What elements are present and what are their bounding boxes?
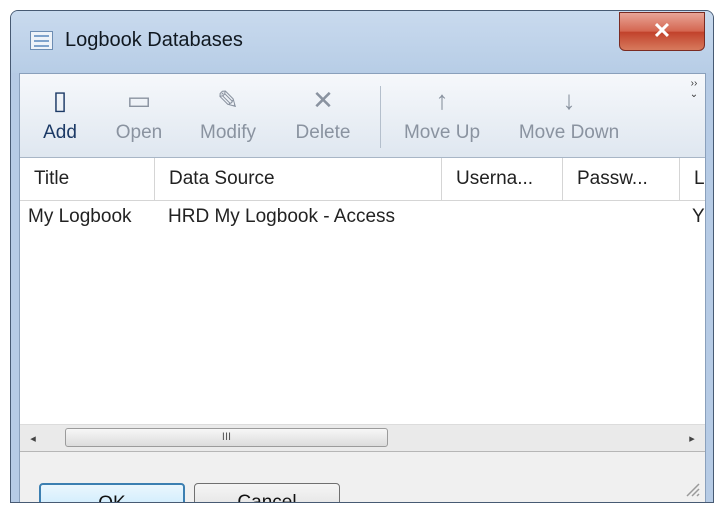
move-up-label: Move Up (403, 122, 481, 143)
scroll-thumb[interactable]: III (65, 428, 388, 447)
modify-label: Modify (200, 122, 256, 143)
delete-button[interactable]: ✕ Delete (286, 84, 360, 152)
open-label: Open (115, 122, 163, 143)
move-up-button[interactable]: ↑ Move Up (392, 84, 492, 152)
toolbar-separator (380, 86, 381, 148)
column-header-password[interactable]: Passw... (563, 158, 680, 200)
scroll-left-icon[interactable]: ◂ (25, 432, 41, 445)
horizontal-scrollbar[interactable]: ◂ III ▸ (20, 424, 705, 451)
ok-button[interactable]: OK (39, 483, 185, 502)
open-button[interactable]: ▭ Open (109, 84, 169, 152)
arrow-down-icon: ↓ (562, 85, 576, 115)
toolbar: ▯ Add ▭ Open ✎ Modify ✕ Delete ↑ Move Up… (20, 74, 705, 158)
modify-button[interactable]: ✎ Modify (190, 84, 266, 152)
cell-l: Y (692, 206, 705, 227)
toolbar-overflow-chevron-icon[interactable]: ›› ⌄ (687, 78, 701, 152)
column-header-data-source[interactable]: Data Source (155, 158, 442, 200)
column-header-username[interactable]: Userna... (442, 158, 563, 200)
cell-data-source: HRD My Logbook - Access (168, 206, 396, 227)
column-header-title[interactable]: Title (20, 158, 155, 200)
add-label: Add (43, 122, 77, 143)
delete-icon: ✕ (312, 85, 334, 115)
add-button[interactable]: ▯ Add (32, 84, 88, 152)
cell-title: My Logbook (28, 206, 132, 227)
delete-label: Delete (295, 122, 351, 143)
modify-icon: ✎ (217, 85, 239, 115)
column-header-l[interactable]: L (680, 158, 713, 200)
scroll-right-icon[interactable]: ▸ (684, 432, 700, 445)
logbook-databases-window: Logbook Databases ✕ ▯ Add ▭ Open ✎ Modif… (10, 10, 714, 503)
list-item[interactable]: My Logbook HRD My Logbook - Access Y (20, 202, 705, 236)
open-folder-icon: ▭ (126, 85, 152, 115)
title-bar[interactable]: Logbook Databases ✕ (11, 11, 713, 73)
new-document-icon: ▯ (52, 85, 68, 115)
resize-grip-icon[interactable] (681, 478, 701, 498)
dialog-body: ▯ Add ▭ Open ✎ Modify ✕ Delete ↑ Move Up… (19, 73, 706, 502)
database-list[interactable]: Title Data Source Userna... Passw... L M… (20, 158, 705, 452)
move-down-label: Move Down (518, 122, 620, 143)
list-header: Title Data Source Userna... Passw... L (20, 158, 705, 201)
app-list-icon (30, 31, 53, 50)
arrow-up-icon: ↑ (435, 85, 449, 115)
window-title: Logbook Databases (65, 29, 243, 51)
cancel-button[interactable]: Cancel (194, 483, 340, 502)
close-button[interactable]: ✕ (619, 12, 705, 51)
move-down-button[interactable]: ↓ Move Down (506, 84, 632, 152)
